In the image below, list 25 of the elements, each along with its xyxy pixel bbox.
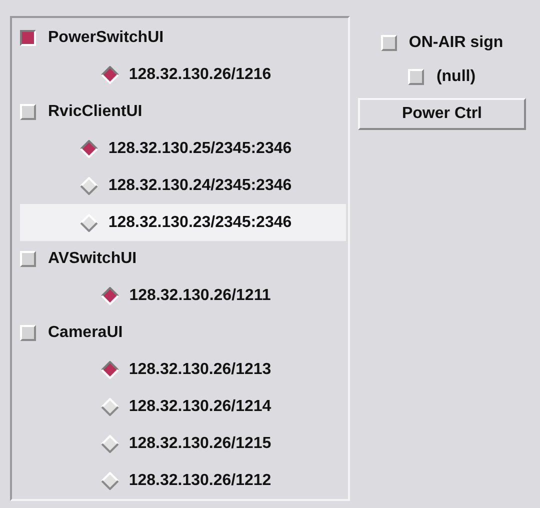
radio-row[interactable]: 128.32.130.26/1211	[20, 278, 346, 315]
address-label: 128.32.130.26/1213	[128, 361, 272, 380]
radio-row[interactable]: 128.32.130.26/1215	[20, 425, 346, 462]
radio-row[interactable]: 128.32.130.25/2345:2346	[20, 130, 346, 168]
radio-row[interactable]: 128.32.130.24/2345:2346	[20, 167, 346, 204]
checkbox[interactable]: (null)	[408, 64, 476, 90]
radio-row[interactable]: 128.32.130.26/1212	[20, 462, 346, 499]
address-label: 128.32.130.24/2345:2346	[108, 176, 292, 195]
radio-row[interactable]: 128.32.130.26/1214	[20, 388, 346, 426]
group-checkbox[interactable]: RvicClientUI	[20, 103, 142, 122]
address-label: 128.32.130.25/2345:2346	[108, 140, 292, 158]
address-label: 128.32.130.26/1214	[128, 398, 272, 416]
address-label: 128.32.130.26/1211	[129, 287, 271, 306]
radio-row[interactable]: 128.32.130.26/1213	[20, 352, 346, 388]
address-label: 128.32.130.23/2345:2346	[108, 214, 292, 232]
group-checkbox[interactable]: CameraUI	[20, 324, 123, 342]
address-label: 128.32.130.26/1212	[128, 472, 272, 490]
group-checkbox[interactable]: AVSwitchUI	[20, 250, 137, 268]
radio-row[interactable]: 128.32.130.26/1216	[20, 56, 346, 94]
address-label: 128.32.130.26/1216	[128, 66, 272, 84]
power-ctrl-button[interactable]: Power Ctrl	[358, 98, 526, 130]
radio-row[interactable]: 128.32.130.23/2345:2346	[20, 204, 346, 242]
address-label: 128.32.130.26/1215	[128, 434, 272, 453]
group-checkbox[interactable]: PowerSwitchUI	[20, 29, 164, 48]
checkbox[interactable]: ON-AIR sign	[380, 30, 504, 56]
